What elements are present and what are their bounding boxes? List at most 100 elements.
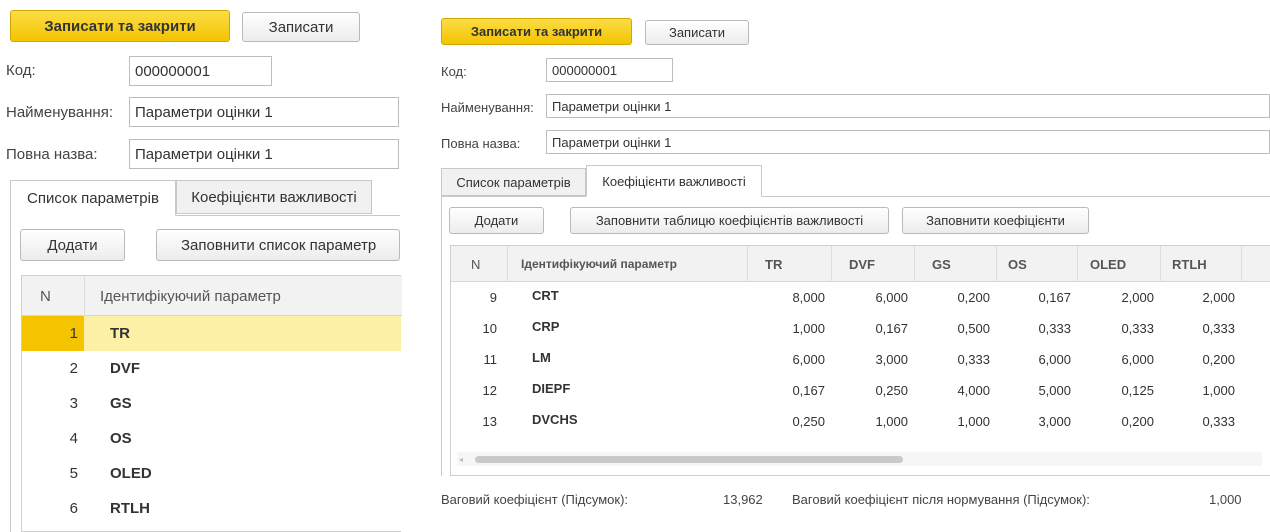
- table-row[interactable]: 13 DVCHS 0,250 1,000 1,000 3,000 0,200 0…: [451, 406, 1270, 437]
- row-number: 3: [69, 395, 78, 412]
- right-save-close-button[interactable]: Записати та закрити: [441, 18, 632, 45]
- cell-gs: 0,333: [957, 352, 990, 367]
- row-identifier: RTLH: [110, 500, 150, 517]
- row-number: 12: [482, 383, 497, 398]
- row-number: 2: [69, 360, 78, 377]
- cell-oled: 0,333: [1121, 321, 1154, 336]
- cell-tr: 0,250: [792, 414, 825, 429]
- table-row[interactable]: 9 CRT 8,000 6,000 0,200 0,167 2,000 2,00…: [451, 282, 1270, 313]
- cell-oled: 0,200: [1121, 414, 1154, 429]
- table-row[interactable]: 4 OS: [22, 421, 401, 456]
- table-row[interactable]: 5 OLED: [22, 456, 401, 491]
- left-full-name-label: Повна назва:: [6, 146, 98, 163]
- right-col-header-oled[interactable]: OLED: [1090, 257, 1126, 272]
- right-code-field[interactable]: 000000001: [546, 58, 673, 82]
- row-identifier: CRP: [532, 319, 560, 334]
- right-col-header-rtlh[interactable]: RTLH: [1172, 257, 1207, 272]
- normalized-weight-total-label: Ваговий коефіцієнт після нормування (Під…: [792, 492, 1090, 507]
- scroll-left-arrow-icon[interactable]: ◂: [459, 455, 463, 464]
- row-number: 13: [482, 414, 497, 429]
- left-col-header-n[interactable]: N: [40, 288, 51, 305]
- left-full-name-field[interactable]: Параметри оцінки 1: [129, 139, 399, 169]
- left-save-close-button[interactable]: Записати та закрити: [10, 10, 230, 42]
- left-tab-importance[interactable]: Коефіцієнти важливості: [176, 180, 372, 214]
- left-col-header-id[interactable]: Ідентифікуючий параметр: [100, 288, 281, 305]
- right-add-button[interactable]: Додати: [449, 207, 544, 234]
- right-fill-table-button[interactable]: Заповнити таблицю коефіцієнтів важливост…: [570, 207, 889, 234]
- right-save-button[interactable]: Записати: [645, 20, 749, 45]
- row-identifier: CRT: [532, 288, 559, 303]
- table-row[interactable]: 3 GS: [22, 386, 401, 421]
- cell-dvf: 1,000: [875, 414, 908, 429]
- cell-gs: 4,000: [957, 383, 990, 398]
- cell-os: 3,000: [1038, 414, 1071, 429]
- cell-gs: 1,000: [957, 414, 990, 429]
- row-identifier: DVF: [110, 360, 140, 377]
- cell-dvf: 0,167: [875, 321, 908, 336]
- cell-os: 0,333: [1038, 321, 1071, 336]
- cell-rtlh: 0,200: [1202, 352, 1235, 367]
- weight-total-label: Ваговий коефіцієнт (Підсумок):: [441, 492, 629, 507]
- row-number: 9: [489, 290, 497, 305]
- right-col-header-id[interactable]: Ідентифікуючий параметр: [521, 257, 677, 271]
- left-fill-list-button[interactable]: Заповнити список параметр: [156, 229, 400, 261]
- cell-dvf: 0,250: [875, 383, 908, 398]
- right-col-header-dvf[interactable]: DVF: [849, 257, 875, 272]
- horizontal-scrollbar[interactable]: ◂: [457, 452, 1262, 466]
- right-full-name-field[interactable]: Параметри оцінки 1: [546, 130, 1270, 154]
- row-identifier: GS: [110, 395, 132, 412]
- cell-gs: 0,200: [957, 290, 990, 305]
- cell-dvf: 6,000: [875, 290, 908, 305]
- normalized-weight-total-value: 1,000: [1209, 492, 1242, 507]
- table-row[interactable]: 1 TR: [22, 316, 401, 351]
- left-tab-params-list[interactable]: Список параметрів: [10, 180, 176, 216]
- left-code-field[interactable]: 000000001: [129, 56, 272, 86]
- left-add-button[interactable]: Додати: [20, 229, 125, 261]
- left-name-label: Найменування:: [6, 104, 113, 121]
- table-row[interactable]: 11 LM 6,000 3,000 0,333 6,000 6,000 0,20…: [451, 344, 1270, 375]
- table-row[interactable]: 6 RTLH: [22, 491, 401, 526]
- row-number: 4: [69, 430, 78, 447]
- cell-rtlh: 0,333: [1202, 414, 1235, 429]
- scrollbar-thumb[interactable]: [475, 456, 903, 463]
- table-row[interactable]: 12 DIEPF 0,167 0,250 4,000 5,000 0,125 1…: [451, 375, 1270, 406]
- table-row[interactable]: 2 DVF: [22, 351, 401, 386]
- row-identifier: DIEPF: [532, 381, 571, 396]
- right-name-label: Найменування:: [441, 100, 534, 115]
- cell-oled: 6,000: [1121, 352, 1154, 367]
- row-identifier: OLED: [110, 465, 152, 482]
- cell-dvf: 3,000: [875, 352, 908, 367]
- right-name-field[interactable]: Параметри оцінки 1: [546, 94, 1270, 118]
- cell-tr: 0,167: [792, 383, 825, 398]
- cell-tr: 6,000: [792, 352, 825, 367]
- left-code-label: Код:: [6, 62, 36, 79]
- cell-os: 5,000: [1038, 383, 1071, 398]
- right-col-header-tr[interactable]: TR: [765, 257, 782, 272]
- row-identifier: OS: [110, 430, 132, 447]
- cell-oled: 2,000: [1121, 290, 1154, 305]
- cell-tr: 8,000: [792, 290, 825, 305]
- cell-gs: 0,500: [957, 321, 990, 336]
- right-col-header-gs[interactable]: GS: [932, 257, 951, 272]
- row-number: 6: [69, 500, 78, 517]
- right-tab-params-list[interactable]: Список параметрів: [441, 168, 586, 196]
- cell-os: 6,000: [1038, 352, 1071, 367]
- row-number: 5: [69, 465, 78, 482]
- right-code-label: Код:: [441, 64, 467, 79]
- right-full-name-label: Повна назва:: [441, 136, 521, 151]
- right-fill-coefficients-button[interactable]: Заповнити коефіцієнти: [902, 207, 1089, 234]
- weight-total-value: 13,962: [723, 492, 763, 507]
- right-col-header-n[interactable]: N: [471, 257, 480, 272]
- row-identifier: LM: [532, 350, 551, 365]
- row-number: 10: [482, 321, 497, 336]
- cell-rtlh: 2,000: [1202, 290, 1235, 305]
- cell-rtlh: 0,333: [1202, 321, 1235, 336]
- left-name-field[interactable]: Параметри оцінки 1: [129, 97, 399, 127]
- cell-rtlh: 1,000: [1202, 383, 1235, 398]
- right-col-header-os[interactable]: OS: [1008, 257, 1027, 272]
- table-row[interactable]: 10 CRP 1,000 0,167 0,500 0,333 0,333 0,3…: [451, 313, 1270, 344]
- right-tab-importance[interactable]: Коефіцієнти важливості: [586, 165, 762, 197]
- left-save-button[interactable]: Записати: [242, 12, 360, 42]
- row-identifier: TR: [110, 325, 130, 342]
- cell-oled: 0,125: [1121, 383, 1154, 398]
